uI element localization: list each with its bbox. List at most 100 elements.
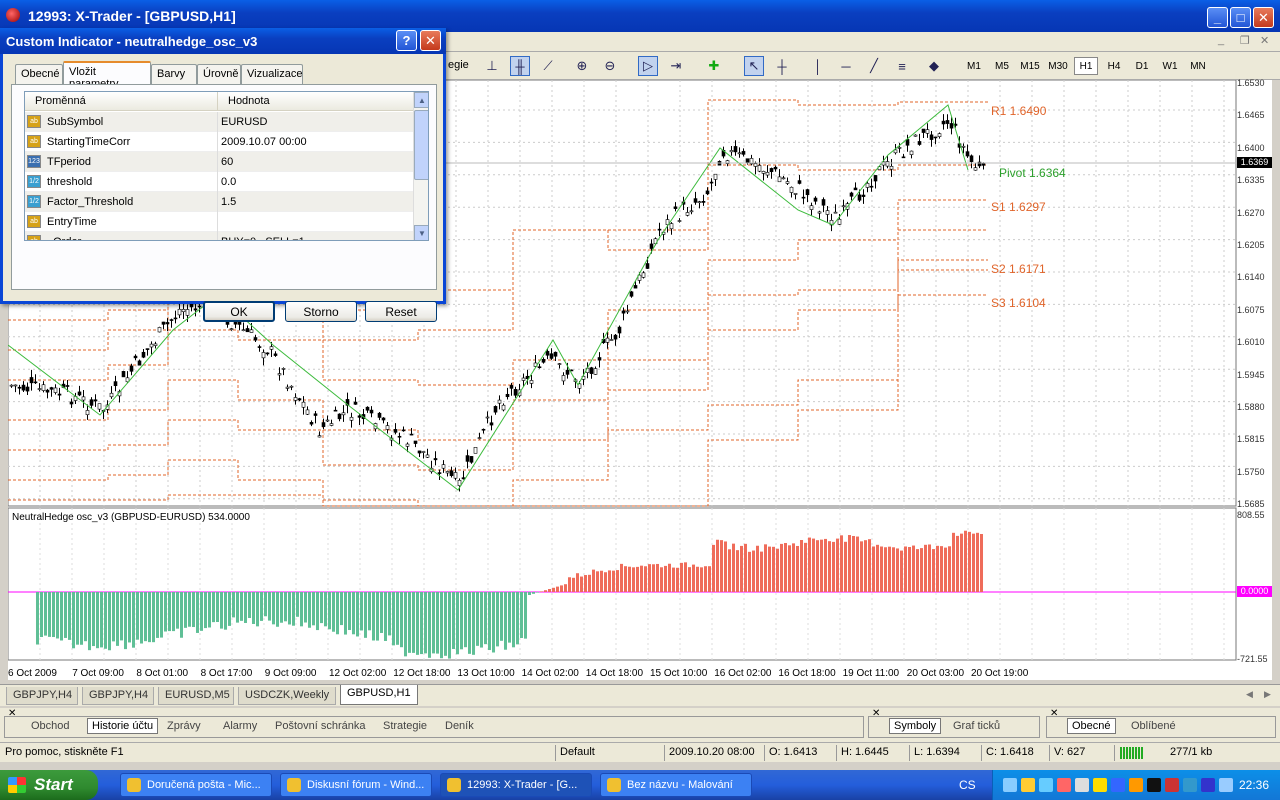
- candlestick-icon[interactable]: ╫: [510, 56, 530, 76]
- bluetooth-icon[interactable]: [1111, 778, 1125, 792]
- parameter-value[interactable]: BUY=0...SELL=1: [221, 236, 305, 240]
- navigator-close-icon[interactable]: ✕: [1050, 708, 1058, 719]
- navigator-tab[interactable]: Obecné: [1067, 718, 1116, 734]
- tray-app-icon[interactable]: [1057, 778, 1071, 792]
- tray-app-icon[interactable]: [1039, 778, 1053, 792]
- network-icon[interactable]: [1003, 778, 1017, 792]
- tray-app-icon[interactable]: [1201, 778, 1215, 792]
- chart-tab[interactable]: GBPJPY,H4: [82, 687, 154, 705]
- timeframe-w1[interactable]: W1: [1158, 57, 1182, 75]
- parameter-row[interactable]: ab _Order BUY=0...SELL=1: [25, 232, 413, 240]
- column-header-variable[interactable]: Proměnná: [25, 92, 217, 111]
- scroll-up-icon[interactable]: ▲: [414, 92, 428, 108]
- terminal-tab[interactable]: Zprávy: [167, 720, 201, 732]
- reset-button[interactable]: Reset: [365, 301, 437, 322]
- parameter-value[interactable]: 2009.10.07 00:00: [221, 136, 307, 148]
- minimize-button[interactable]: _: [1207, 7, 1228, 28]
- market-tab[interactable]: Graf ticků: [953, 720, 1000, 732]
- taskbar-task[interactable]: Bez názvu - Malování: [600, 773, 752, 797]
- taskbar-task[interactable]: 12993: X-Trader - [G...: [440, 773, 592, 797]
- timeframe-h1[interactable]: H1: [1074, 57, 1098, 75]
- terminal-tab[interactable]: Historie účtu: [87, 718, 159, 734]
- parameter-row[interactable]: 123 TFperiod 60: [25, 152, 413, 172]
- parameter-value[interactable]: EURUSD: [221, 116, 267, 128]
- mdi-close-icon[interactable]: ✕: [1260, 34, 1269, 47]
- taskbar-task[interactable]: Doručená pošta - Mic...: [120, 773, 272, 797]
- tray-app-icon[interactable]: [1021, 778, 1035, 792]
- tray-app-icon[interactable]: [1183, 778, 1197, 792]
- shapes-icon[interactable]: ◆: [924, 56, 944, 76]
- mdi-minimize-icon[interactable]: _: [1218, 34, 1224, 46]
- ok-button[interactable]: OK: [203, 301, 275, 322]
- trendline-icon[interactable]: ╱: [864, 56, 884, 76]
- maximize-button[interactable]: □: [1230, 7, 1251, 28]
- toolbar-strategy-label[interactable]: egie: [448, 59, 469, 71]
- chart-tab[interactable]: GBPJPY,H4: [6, 687, 78, 705]
- terminal-tab[interactable]: Deník: [445, 720, 474, 732]
- cancel-button[interactable]: Storno: [285, 301, 357, 322]
- parameter-value[interactable]: 0.0: [221, 176, 236, 188]
- dialog-tab[interactable]: Úrovně: [197, 64, 241, 84]
- zoom-in-icon[interactable]: ⊕: [572, 56, 592, 76]
- line-chart-icon[interactable]: ⟋: [538, 56, 558, 76]
- channel-icon[interactable]: ≡: [892, 56, 912, 76]
- indicators-icon[interactable]: ✚: [704, 56, 724, 76]
- timeframe-d1[interactable]: D1: [1130, 57, 1154, 75]
- terminal-tab[interactable]: Strategie: [383, 720, 427, 732]
- parameter-value[interactable]: 60: [221, 156, 233, 168]
- chart-tab[interactable]: GBPUSD,H1: [340, 685, 418, 705]
- parameter-row[interactable]: 1/2 threshold 0.0: [25, 172, 413, 192]
- parameters-grid[interactable]: Proměnná Hodnota ab SubSymbol EURUSD ab Star…: [24, 91, 429, 241]
- taskbar-task[interactable]: Diskusní fórum - Wind...: [280, 773, 432, 797]
- zoom-out-icon[interactable]: ⊖: [600, 56, 620, 76]
- horizontal-line-icon[interactable]: ─: [836, 56, 856, 76]
- dialog-tab[interactable]: Vizualizace: [241, 64, 303, 84]
- scroll-right-icon[interactable]: ▶: [1264, 689, 1271, 700]
- scroll-down-icon[interactable]: ▼: [414, 225, 428, 240]
- timeframe-m15[interactable]: M15: [1018, 57, 1042, 75]
- scroll-left-icon[interactable]: ◀: [1246, 689, 1253, 700]
- language-indicator[interactable]: CS: [959, 778, 976, 792]
- grid-scrollbar[interactable]: ▲ ▼: [413, 92, 428, 240]
- navigator-tab[interactable]: Oblíbené: [1131, 720, 1176, 732]
- key-icon[interactable]: [1093, 778, 1107, 792]
- close-button[interactable]: ✕: [1253, 7, 1274, 28]
- bar-chart-icon[interactable]: ⊥: [482, 56, 502, 76]
- dialog-tab[interactable]: Obecné: [15, 64, 63, 84]
- dialog-tab[interactable]: Barvy: [151, 64, 197, 84]
- timeframe-mn[interactable]: MN: [1186, 57, 1210, 75]
- timeframe-m5[interactable]: M5: [990, 57, 1014, 75]
- auto-scroll-icon[interactable]: ▷: [638, 56, 658, 76]
- chart-tab[interactable]: EURUSD,M5: [158, 687, 234, 705]
- parameter-row[interactable]: 1/2 Factor_Threshold 1.5: [25, 192, 413, 212]
- tray-app-icon[interactable]: [1147, 778, 1161, 792]
- tray-app-icon[interactable]: [1129, 778, 1143, 792]
- mdi-restore-icon[interactable]: ❐: [1240, 34, 1250, 47]
- parameter-row[interactable]: ab StartingTimeCorr 2009.10.07 00:00: [25, 132, 413, 152]
- market-tab[interactable]: Symboly: [889, 718, 942, 734]
- start-button[interactable]: Start: [0, 770, 98, 800]
- timeframe-h4[interactable]: H4: [1102, 57, 1126, 75]
- scroll-thumb[interactable]: [414, 110, 428, 180]
- terminal-tab[interactable]: Obchod: [31, 720, 70, 732]
- dialog-close-button[interactable]: ✕: [420, 30, 441, 51]
- column-header-value[interactable]: Hodnota: [217, 92, 413, 111]
- parameter-value[interactable]: 1.5: [221, 196, 236, 208]
- parameter-row[interactable]: ab SubSymbol EURUSD: [25, 112, 413, 132]
- volume-icon[interactable]: [1219, 778, 1233, 792]
- help-button[interactable]: ?: [396, 30, 417, 51]
- chart-tab[interactable]: USDCZK,Weekly: [238, 687, 336, 705]
- market-close-icon[interactable]: ✕: [872, 708, 880, 719]
- terminal-tab[interactable]: Alarmy: [223, 720, 257, 732]
- timeframe-m1[interactable]: M1: [962, 57, 986, 75]
- timeframe-m30[interactable]: M30: [1046, 57, 1070, 75]
- vertical-line-icon[interactable]: │: [808, 56, 828, 76]
- terminal-close-icon[interactable]: ✕: [8, 708, 16, 719]
- crosshair-icon[interactable]: ┼: [772, 56, 792, 76]
- terminal-tab[interactable]: Poštovní schránka: [275, 720, 366, 732]
- chart-shift-icon[interactable]: ⇥: [666, 56, 686, 76]
- cursor-icon[interactable]: ↖: [744, 56, 764, 76]
- search-icon[interactable]: [1075, 778, 1089, 792]
- dialog-tab[interactable]: Vložit parametry: [63, 61, 151, 90]
- parameter-row[interactable]: ab EntryTime: [25, 212, 413, 232]
